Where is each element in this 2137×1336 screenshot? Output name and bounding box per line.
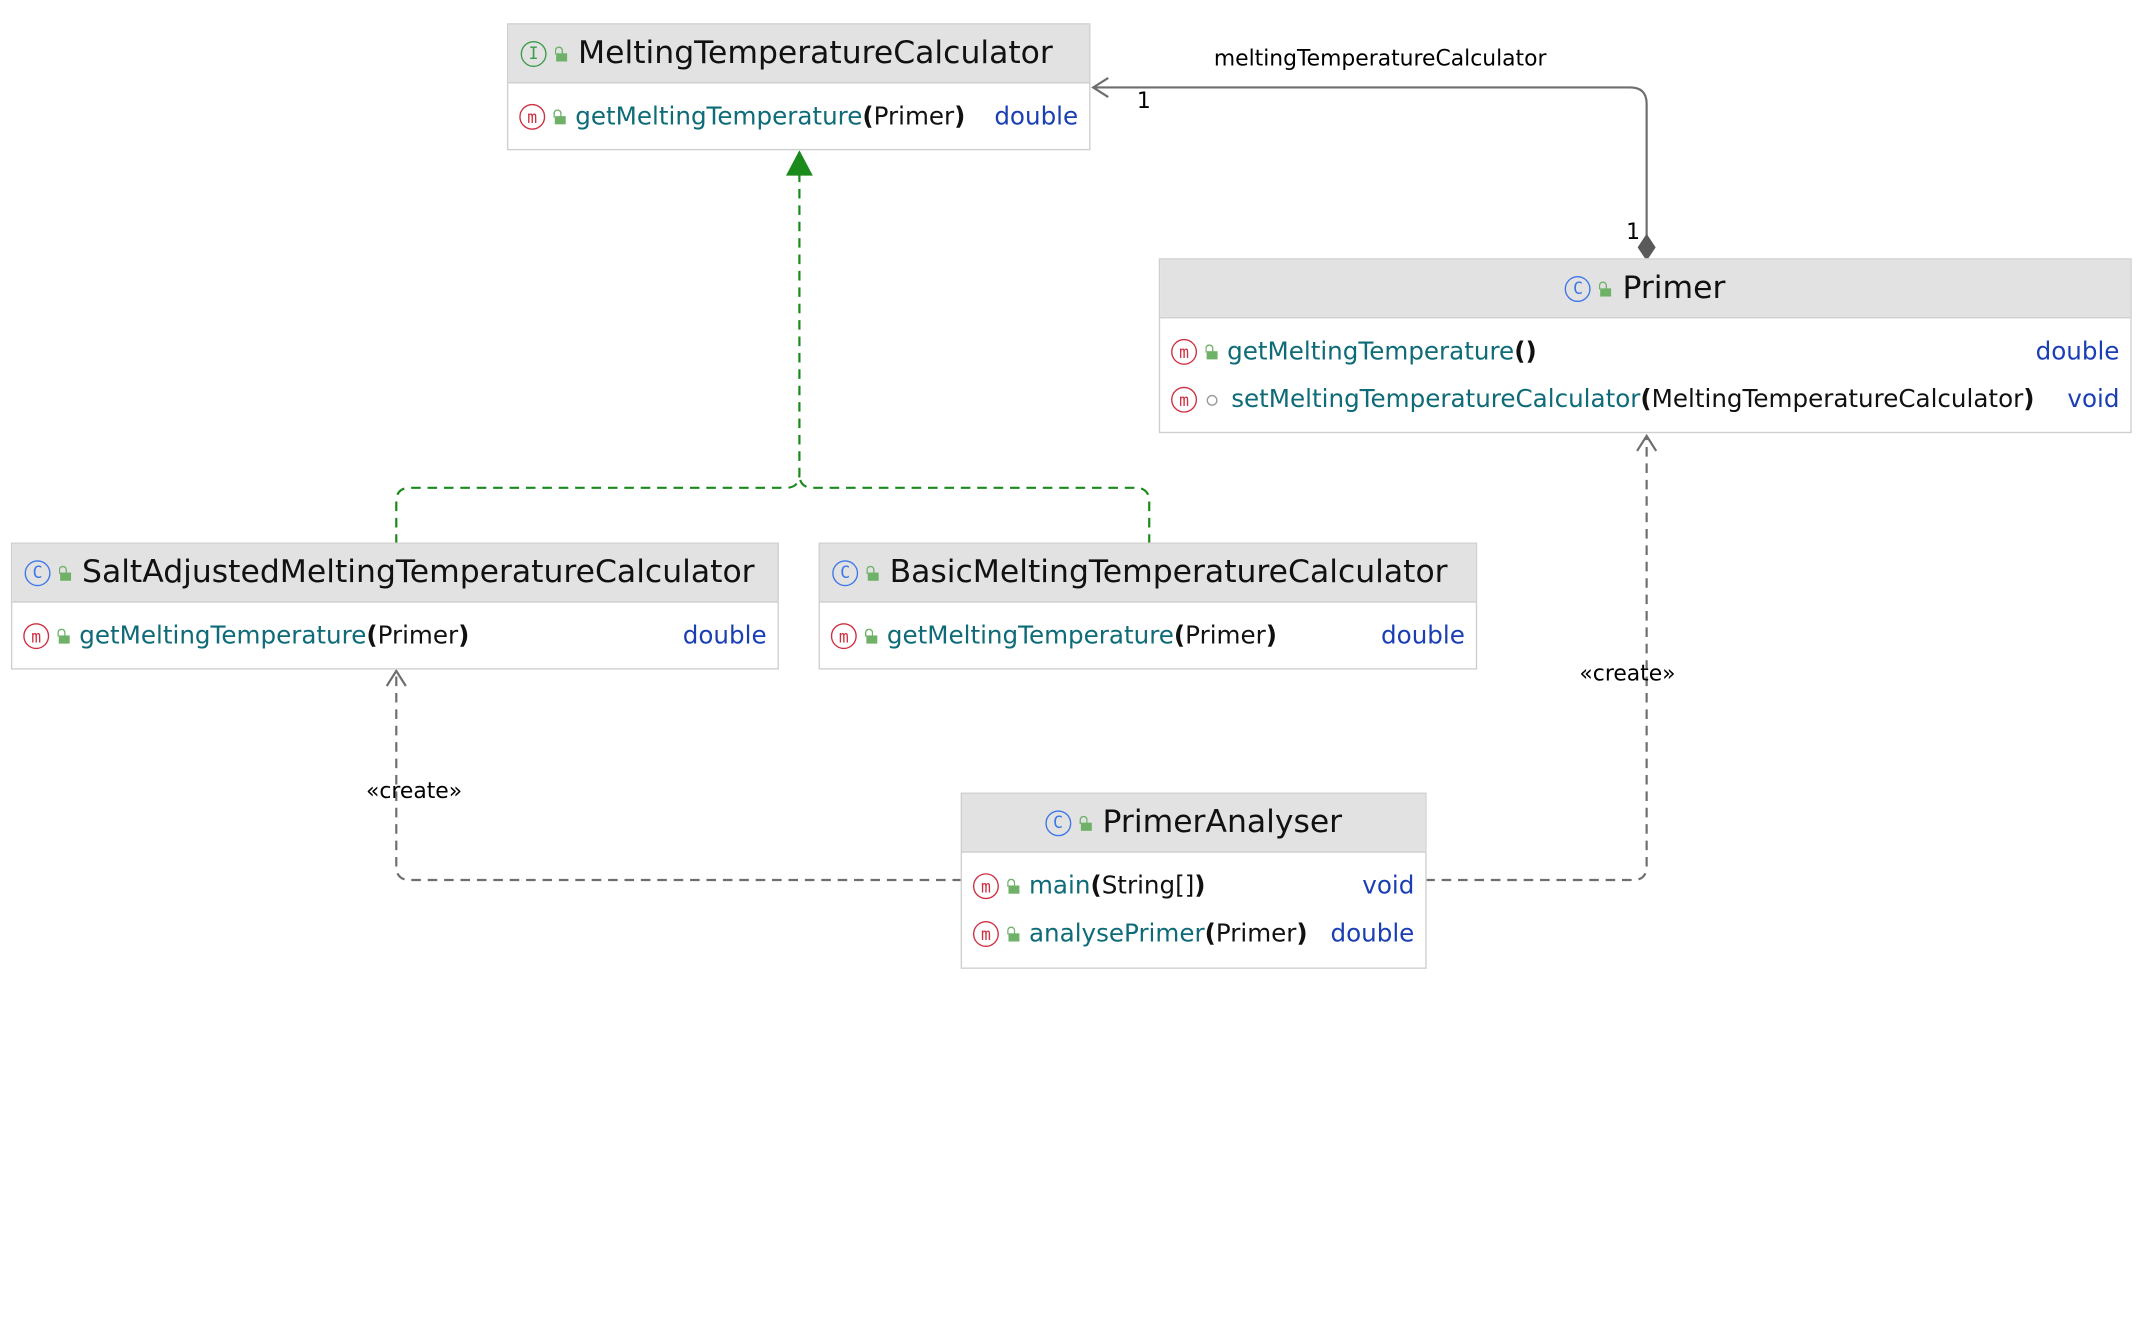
class-name: PrimerAnalyser <box>1102 804 1343 841</box>
public-lock-icon <box>1006 926 1020 942</box>
return-type: double <box>2035 337 2120 367</box>
method-params: Primer <box>873 102 955 132</box>
public-lock-icon <box>56 628 70 644</box>
association-edge <box>1093 86 1648 237</box>
method-row[interactable]: m getMeltingTemperature (Primer) double <box>12 612 777 660</box>
source-multiplicity: 1 <box>1626 220 1640 245</box>
return-type: double <box>1330 919 1415 949</box>
return-type: double <box>1381 621 1465 651</box>
class-header: I MeltingTemperatureCalculator <box>508 24 1090 84</box>
create-label-salt: «create» <box>366 779 462 804</box>
class-icon: C <box>832 559 859 586</box>
class-icon: C <box>24 559 51 586</box>
class-icon: C <box>1565 275 1592 302</box>
method-row[interactable]: m getMeltingTemperature (Primer) double <box>820 612 1476 660</box>
public-lock-icon <box>1078 815 1092 831</box>
method-row[interactable]: m analysePrimer (Primer) double <box>962 910 1425 958</box>
method-params: MeltingTemperatureCalculator <box>1651 385 2024 415</box>
public-lock-icon <box>553 45 568 61</box>
method-icon: m <box>519 103 546 130</box>
create-label-primer: «create» <box>1579 662 1675 687</box>
public-lock-icon <box>1598 280 1612 296</box>
method-name: getMeltingTemperature <box>886 621 1174 651</box>
class-name: Primer <box>1622 270 1726 307</box>
method-row[interactable]: m setMeltingTemperatureCalculator (Melti… <box>1160 376 2130 424</box>
realization-edge-basic <box>798 474 1151 544</box>
public-lock-icon <box>864 628 878 644</box>
realization-arrowhead <box>785 150 813 176</box>
class-header: C PrimerAnalyser <box>962 793 1426 853</box>
association-label: meltingTemperatureCalculator <box>1214 47 1547 72</box>
method-row[interactable]: m getMeltingTemperature (Primer) double <box>508 93 1089 141</box>
method-params: Primer <box>1185 621 1266 651</box>
interface-icon: I <box>520 40 547 67</box>
public-lock-icon <box>865 565 879 581</box>
class-box-primer[interactable]: C Primer m getMeltingTemperature () doub… <box>1158 258 2132 434</box>
method-icon: m <box>972 873 999 900</box>
method-icon: m <box>830 623 857 650</box>
class-box-basic-calculator[interactable]: C BasicMeltingTemperatureCalculator m ge… <box>818 542 1478 670</box>
method-name: getMeltingTemperature <box>1227 337 1515 367</box>
create-dependency-edge-salt <box>395 670 963 882</box>
method-params: String[] <box>1101 871 1195 901</box>
realization-edge-salt <box>395 173 801 544</box>
method-icon: m <box>23 623 50 650</box>
class-icon: C <box>1045 809 1072 836</box>
public-lock-icon <box>57 565 72 581</box>
method-name: getMeltingTemperature <box>575 102 863 132</box>
target-multiplicity: 1 <box>1137 89 1151 114</box>
class-box-salt-adjusted-calculator[interactable]: C SaltAdjustedMeltingTemperatureCalculat… <box>10 542 779 670</box>
uml-class-diagram: meltingTemperatureCalculator 1 1 «create… <box>0 0 2137 1336</box>
public-lock-icon <box>1006 878 1020 894</box>
class-header: C SaltAdjustedMeltingTemperatureCalculat… <box>12 543 778 603</box>
class-name: SaltAdjustedMeltingTemperatureCalculator <box>81 554 755 591</box>
method-name: getMeltingTemperature <box>79 621 367 651</box>
method-name: analysePrimer <box>1028 919 1205 949</box>
method-icon: m <box>1171 386 1198 413</box>
method-name: main <box>1028 871 1091 901</box>
method-row[interactable]: m getMeltingTemperature () double <box>1160 328 2130 376</box>
public-lock-icon <box>552 109 566 125</box>
public-lock-icon <box>1204 344 1218 360</box>
return-type: double <box>682 621 767 651</box>
method-params: Primer <box>1215 919 1297 949</box>
method-icon: m <box>1171 338 1198 365</box>
class-header: C BasicMeltingTemperatureCalculator <box>819 543 1476 603</box>
return-type: void <box>1362 871 1415 901</box>
method-icon: m <box>972 921 999 947</box>
class-header: C Primer <box>1160 259 2131 319</box>
method-row[interactable]: m main (String[]) void <box>962 862 1425 910</box>
class-box-melting-temperature-calculator[interactable]: I MeltingTemperatureCalculator m getMelt… <box>506 23 1091 151</box>
return-type: void <box>2067 385 2120 415</box>
class-name: BasicMeltingTemperatureCalculator <box>889 554 1448 591</box>
return-type: double <box>994 102 1079 132</box>
composition-diamond <box>1637 233 1656 261</box>
class-box-primer-analyser[interactable]: C PrimerAnalyser m main (String[]) void … <box>960 792 1427 969</box>
class-name: MeltingTemperatureCalculator <box>578 35 1053 72</box>
method-params: Primer <box>377 621 459 651</box>
method-name: setMeltingTemperatureCalculator <box>1231 385 1641 415</box>
package-private-icon <box>1206 394 1218 406</box>
